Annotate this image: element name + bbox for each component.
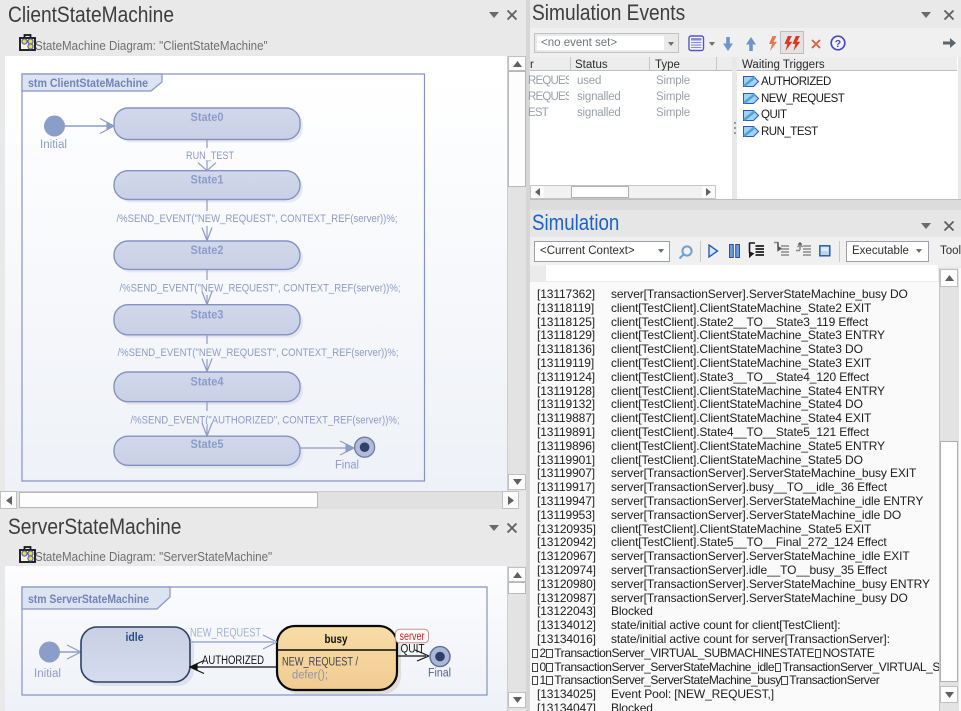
svg-text:State5: State5 [191, 439, 225, 451]
svg-text:QUIT: QUIT [401, 644, 425, 656]
svg-text:AUTHORIZED: AUTHORIZED [202, 655, 264, 667]
svg-text:State3: State3 [191, 309, 224, 321]
svg-text:busy: busy [325, 632, 348, 646]
svg-text:NEW_REQUEST: NEW_REQUEST [190, 628, 261, 640]
svg-text:Initial: Initial [34, 668, 61, 680]
svg-text:NEW_REQUEST /: NEW_REQUEST / [282, 657, 359, 669]
svg-text:stm ServerStateMachine: stm ServerStateMachine [28, 594, 149, 606]
svg-text:State2: State2 [191, 245, 224, 257]
svg-text:?: ? [835, 38, 841, 50]
svg-text:State1: State1 [191, 175, 225, 187]
svg-text:idle: idle [126, 630, 144, 644]
svg-text:server: server [400, 631, 425, 643]
svg-text:Final: Final [335, 460, 359, 472]
svg-text:State4: State4 [191, 377, 225, 389]
svg-text:RUN_TEST: RUN_TEST [186, 150, 234, 162]
svg-text:/%SEND_EVENT("AUTHORIZED", CON: /%SEND_EVENT("AUTHORIZED", CONTEXT_REF(s… [131, 415, 400, 427]
svg-text:/%SEND_EVENT("NEW_REQUEST", CO: /%SEND_EVENT("NEW_REQUEST", CONTEXT_REF(… [118, 347, 399, 359]
svg-text:Initial: Initial [40, 139, 67, 151]
svg-text:defer();: defer(); [292, 670, 328, 682]
svg-text:/%SEND_EVENT("NEW_REQUEST", CO: /%SEND_EVENT("NEW_REQUEST", CONTEXT_REF(… [117, 213, 398, 225]
svg-text:stm ClientStateMachine: stm ClientStateMachine [28, 78, 148, 90]
svg-text:State0: State0 [191, 112, 224, 124]
svg-text:Final: Final [428, 668, 451, 680]
svg-text:/%SEND_EVENT("NEW_REQUEST", CO: /%SEND_EVENT("NEW_REQUEST", CONTEXT_REF(… [120, 283, 401, 295]
